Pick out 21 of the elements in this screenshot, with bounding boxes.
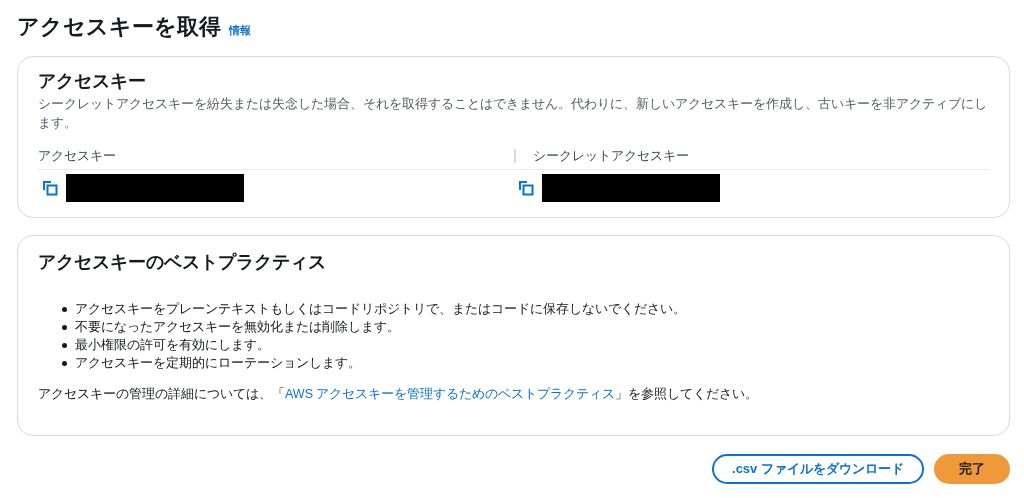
note-text: アクセスキーの管理の詳細については、「AWS アクセスキーを管理するためのベストプラクティス」を参照してください。 [38, 386, 760, 403]
download-button[interactable]: .csv ファイルをダウンロード [712, 454, 924, 484]
best-practices-link[interactable]: AWS アクセスキーを管理するためのベストプラクティス [285, 387, 616, 401]
page-title: アクセスキーを取得 [17, 13, 221, 41]
bullet-icon [62, 324, 67, 330]
card-description: シークレットアクセスキーを紛失または失念した場合、それを取得することはできません。代わりに、新しいアクセスキーを作成し、古いキーを非アクティブにします。 [38, 96, 988, 132]
column-heading: アクセスキー [38, 149, 116, 163]
list-item-text: 最小権限の許可を有効にします。 [75, 337, 270, 354]
list-item-text: 不要になったアクセスキーを無効化または削除します。 [75, 319, 400, 336]
card-title: アクセスキーのベストプラクティス [38, 251, 327, 274]
bullet-icon [62, 342, 67, 348]
copy-icon[interactable] [42, 180, 58, 196]
card-title: アクセスキー [38, 70, 147, 93]
list-item-text: アクセスキーをプレーンテキストもしくはコードリポジトリで、またはコードに保存しないでください。 [75, 301, 686, 318]
column-heading: シークレットアクセスキー [513, 149, 689, 163]
info-link[interactable]: 情報 [229, 23, 251, 38]
bullet-icon [62, 360, 67, 366]
bullet-icon [62, 306, 67, 312]
list-item-text: アクセスキーを定期的にローテーションします。 [75, 355, 361, 372]
copy-icon[interactable] [517, 180, 534, 196]
done-button[interactable]: 完了 [934, 454, 1010, 484]
